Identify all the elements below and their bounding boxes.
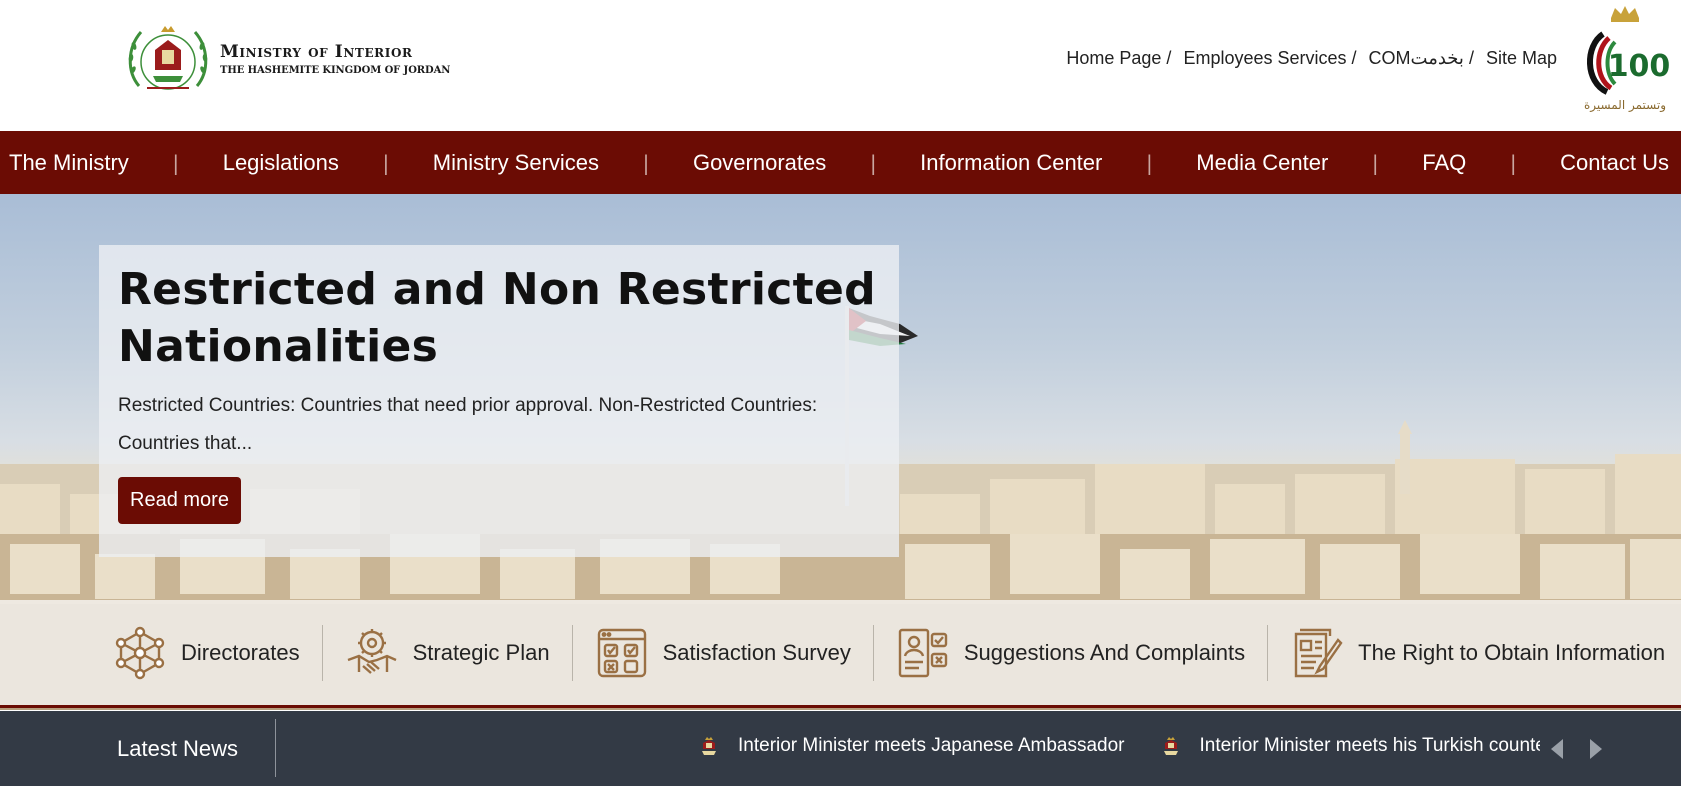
quick-link-strategic-plan[interactable]: Strategic Plan [345,626,550,680]
nav-separator: | [1145,150,1153,175]
emblem-icon [702,737,716,755]
hero-description: Restricted Countries: Countries that nee… [118,395,818,454]
network-icon [115,626,165,679]
top-link-site-map[interactable]: Site Map [1486,48,1557,69]
news-divider [275,719,276,777]
quick-link-suggestions-complaints[interactable]: Suggestions And Complaints [896,626,1245,680]
quick-link-divider [1267,624,1269,681]
logo-text[interactable]: Ministry of Interior THE HASHEMITE KINGD… [220,42,450,76]
nav-separator: | [1371,150,1379,175]
quick-link-divider [571,624,573,681]
logo-title: Ministry of Interior [220,42,413,62]
quick-link-label: The Right to Obtain Information [1358,639,1666,665]
nav-item-governorates[interactable]: Governorates [693,150,826,176]
news-next-arrow-icon[interactable] [1590,739,1602,759]
complaint-form-icon [898,628,948,677]
handshake-gear-icon [347,628,397,674]
quick-link-right-to-information[interactable]: The Right to Obtain Information [1290,626,1665,680]
top-links: Home Page / Employees Services / COMبخدم… [1066,48,1557,69]
news-prev-arrow-icon[interactable] [1551,739,1563,759]
nav-item-contact-us[interactable]: Contact Us [1560,150,1669,176]
centenary-logo-icon[interactable]: 100 وتستمر المسيرة [1577,4,1673,116]
nav-separator: | [382,150,390,175]
quick-link-label: Suggestions And Complaints [963,639,1246,665]
news-item[interactable]: Interior Minister meets his Turkish coun… [1160,735,1540,757]
quick-link-label: Strategic Plan [412,639,550,665]
document-pen-icon [1294,628,1343,677]
nav-separator: | [869,150,877,175]
news-item-text: Interior Minister meets his Turkish coun… [1199,735,1540,756]
quick-link-satisfaction-survey[interactable]: Satisfaction Survey [595,626,851,680]
read-more-button[interactable]: Read more [118,477,241,524]
quick-link-directorates[interactable]: Directorates [113,626,300,680]
top-link-home[interactable]: Home Page [1066,48,1161,69]
hero-title[interactable]: Restricted and Non Restricted Nationalit… [118,261,879,375]
logo-subtitle: THE HASHEMITE KINGDOM OF JORDAN [220,65,451,76]
hero-card: Restricted and Non Restricted Nationalit… [99,245,899,557]
latest-news-bar: Latest News Interior Minister meets Japa… [0,711,1681,786]
nav-separator: | [172,150,180,175]
news-item-text: Interior Minister meets Japanese Ambassa… [738,735,1125,756]
news-ticker: Interior Minister meets Japanese Ambassa… [690,711,1540,786]
nav-item-legislations[interactable]: Legislations [223,150,339,176]
latest-news-label: Latest News [117,736,239,761]
svg-text:100: 100 [1608,49,1671,84]
nav-item-information-center[interactable]: Information Center [920,150,1102,176]
emblem-icon [1163,737,1178,755]
top-link-separator: / [1468,48,1474,68]
top-link-com[interactable]: COMبخدمت [1369,48,1464,69]
ministry-emblem-icon[interactable] [125,20,211,102]
top-link-separator: / [1351,48,1357,68]
quick-links-bar: Directorates Strategic Plan Satisfaction… [0,600,1681,708]
nav-separator: | [1509,150,1517,175]
nav-item-media-center[interactable]: Media Center [1196,150,1328,176]
site-header: Ministry of Interior THE HASHEMITE KINGD… [0,0,1681,131]
nav-separator: | [642,150,650,175]
survey-checklist-icon [597,628,646,677]
nav-item-ministry-services[interactable]: Ministry Services [433,150,599,176]
quick-link-divider [872,624,874,681]
quick-link-label: Satisfaction Survey [662,639,851,665]
top-link-employees-services[interactable]: Employees Services [1183,48,1346,69]
quick-link-divider [321,624,323,681]
news-item[interactable]: Interior Minister meets Japanese Ambassa… [698,735,1125,757]
quick-link-label: Directorates [181,639,300,665]
news-ticker-track: Interior Minister meets Japanese Ambassa… [698,735,1540,757]
top-link-separator: / [1166,48,1172,68]
svg-text:وتستمر المسيرة: وتستمر المسيرة [1584,98,1666,113]
nav-item-the-ministry[interactable]: The Ministry [9,150,129,176]
main-nav: The Ministry | Legislations | Ministry S… [0,131,1681,194]
nav-item-faq[interactable]: FAQ [1422,150,1466,176]
